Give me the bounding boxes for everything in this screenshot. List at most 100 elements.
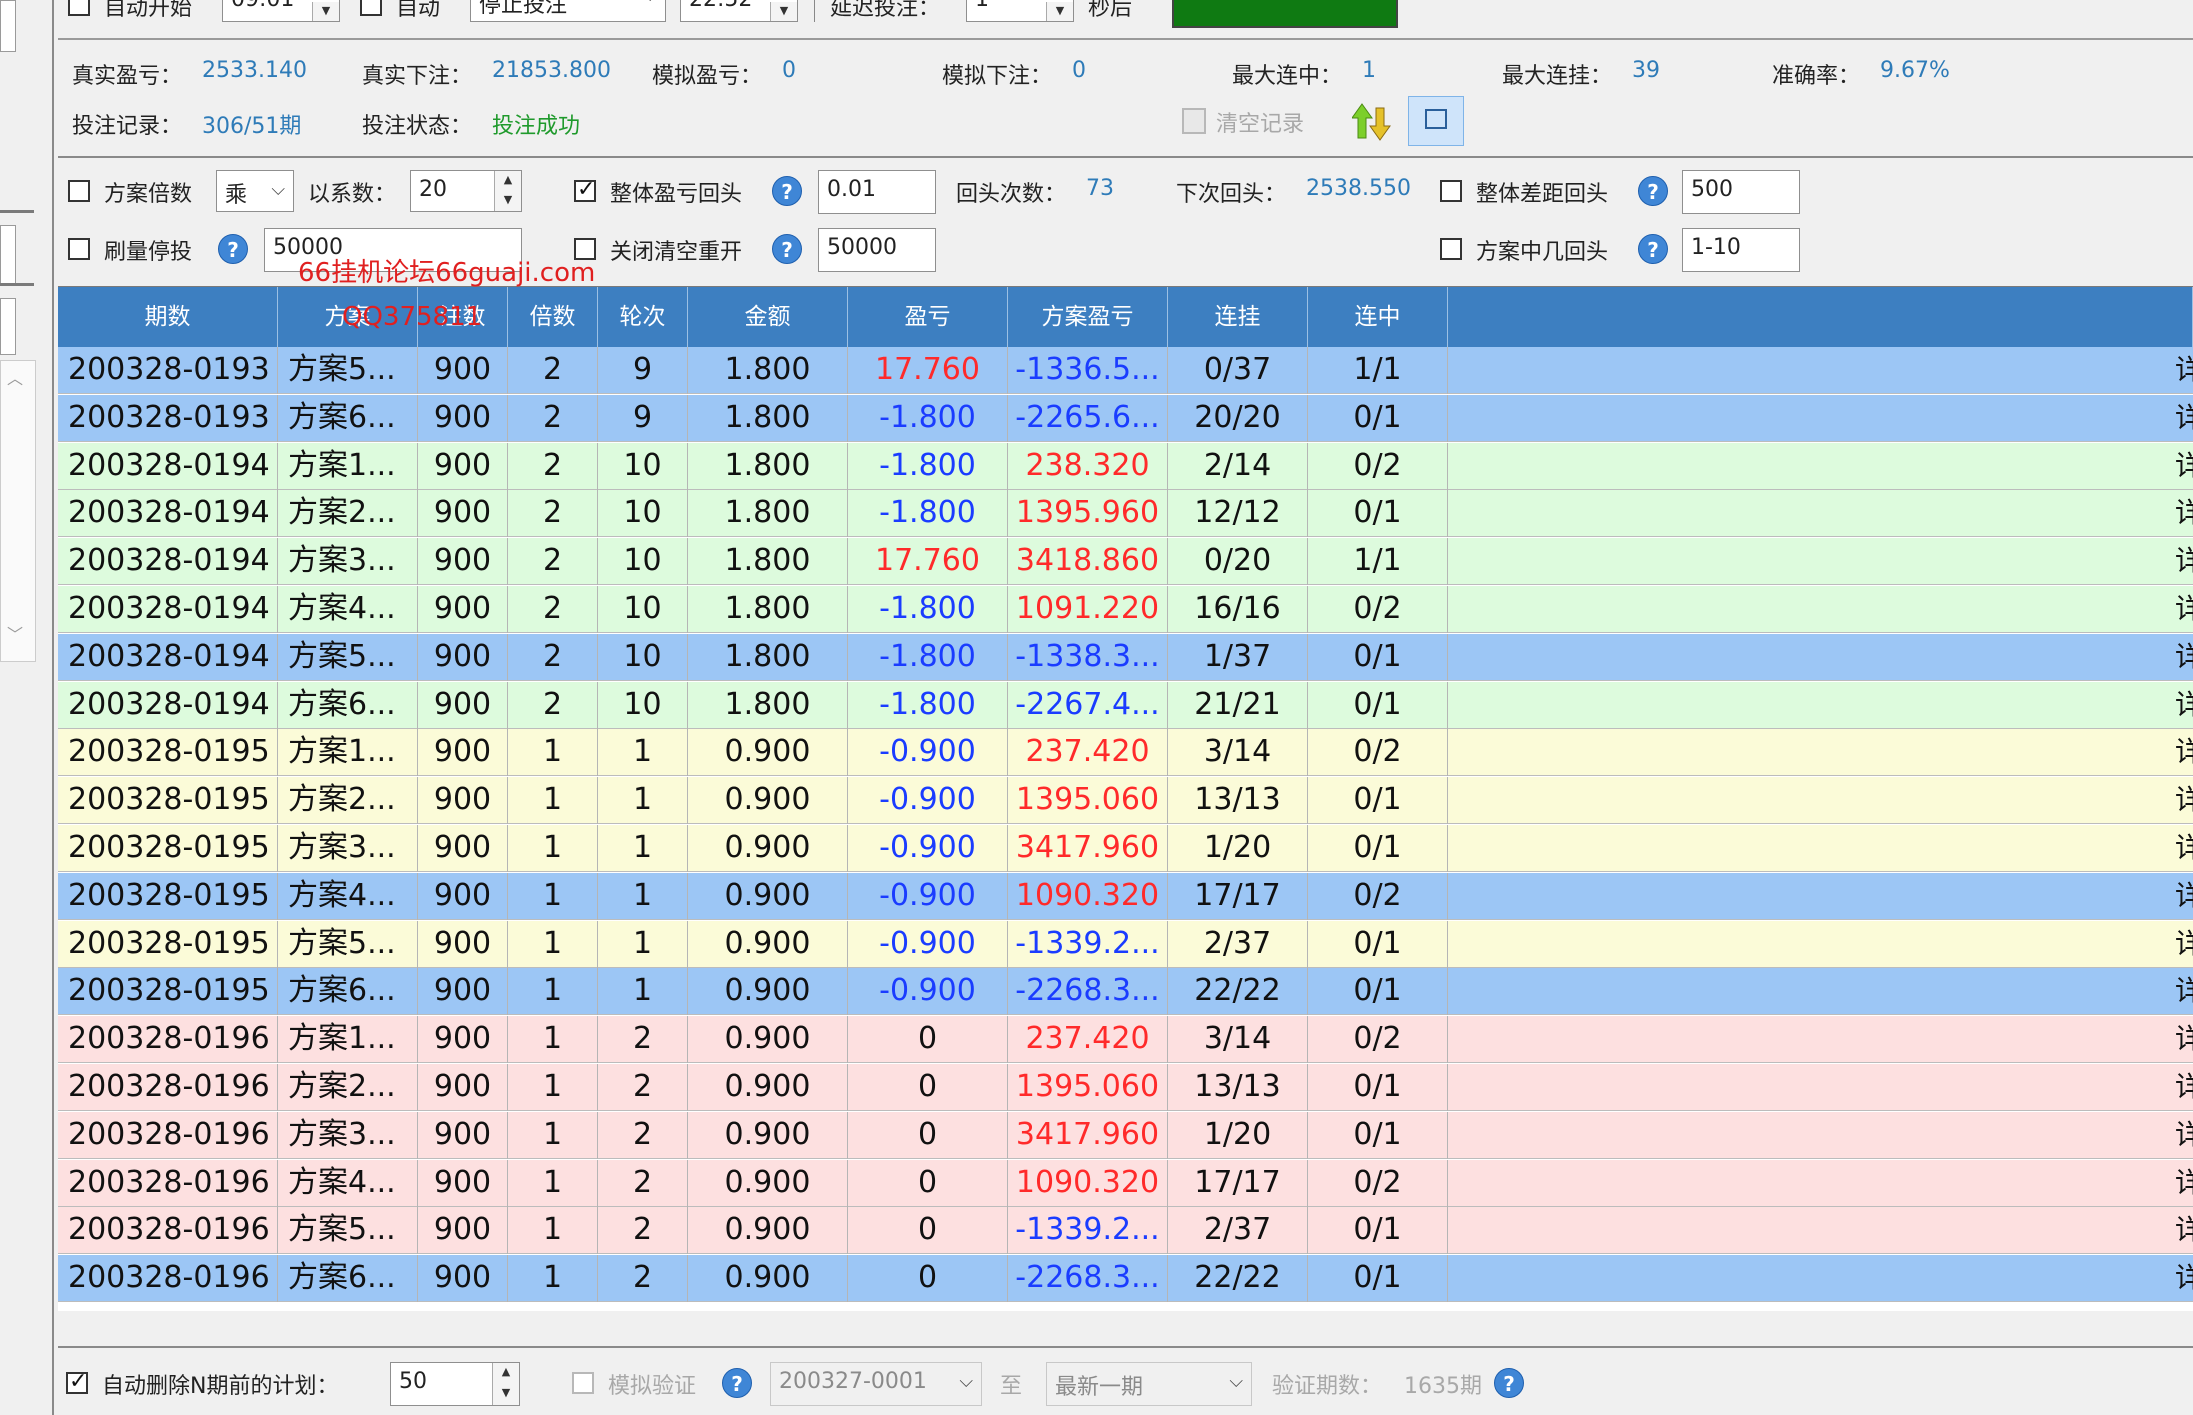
detail-link[interactable]: 详 bbox=[2175, 825, 2193, 872]
table-row[interactable]: 200328-0194 方案1... 900 2 10 1.800 -1.800 238.32… bbox=[58, 442, 2193, 490]
header-col-plan-profit[interactable]: 方案盈亏 bbox=[1008, 287, 1168, 347]
delay-spinner[interactable]: 1▼ bbox=[966, 0, 1074, 22]
scroll-up-icon[interactable]: ︿ bbox=[7, 365, 23, 389]
close-reset-checkbox[interactable] bbox=[574, 238, 596, 260]
detail-link[interactable]: 详 bbox=[2175, 586, 2193, 633]
spin-down-icon[interactable]: ▼ bbox=[494, 191, 521, 211]
spin-up-icon[interactable]: ▲ bbox=[494, 171, 521, 191]
table-row[interactable]: 200328-0195 方案6... 900 1 1 0.900 -0.900 -2268.3… bbox=[58, 968, 2193, 1016]
header-col-notes[interactable]: 注数 bbox=[418, 287, 508, 347]
stop-time-spinner[interactable]: 22:52▼ bbox=[680, 0, 798, 22]
detail-link[interactable]: 详 bbox=[2175, 1255, 2193, 1302]
table-row[interactable]: 200328-0194 方案4... 900 2 10 1.800 -1.800 1091.2… bbox=[58, 586, 2193, 633]
help-icon[interactable]: ? bbox=[1638, 176, 1668, 206]
header-col-period[interactable]: 期数 bbox=[58, 287, 278, 347]
header-col-amount[interactable]: 金额 bbox=[688, 287, 848, 347]
table-row[interactable]: 200328-0193 方案5... 900 2 9 1.800 17.760 -1336.5… bbox=[58, 347, 2193, 394]
plan-multiplier-checkbox[interactable] bbox=[68, 180, 90, 202]
overall-gap-checkbox[interactable] bbox=[1440, 180, 1462, 202]
detail-link[interactable]: 详 bbox=[2175, 395, 2193, 442]
detail-link[interactable]: 详 bbox=[2175, 1064, 2193, 1111]
clear-record-button[interactable]: 清空记录 bbox=[1182, 104, 1322, 140]
help-icon[interactable]: ? bbox=[1638, 234, 1668, 264]
volume-stop-checkbox[interactable] bbox=[68, 238, 90, 260]
auto-delete-spinner[interactable]: 50 ▲ ▼ bbox=[390, 1362, 520, 1406]
header-col-win-streak[interactable]: 连中 bbox=[1308, 287, 1448, 347]
table-row[interactable]: 200328-0195 方案1... 900 1 1 0.900 -0.900 237.420… bbox=[58, 729, 2193, 777]
to-period-select[interactable]: 最新一期 ⌵ bbox=[1046, 1362, 1252, 1406]
header-col-lose-streak[interactable]: 连挂 bbox=[1168, 287, 1308, 347]
table-row[interactable]: 200328-0196 方案4... 900 1 2 0.900 0 1090.320 17/1… bbox=[58, 1159, 2193, 1207]
detail-link[interactable]: 详 bbox=[2175, 682, 2193, 729]
help-icon[interactable]: ? bbox=[772, 176, 802, 206]
cell-col-plan-profit: 1395.960 bbox=[1008, 490, 1168, 538]
table-row[interactable]: 200328-0194 方案6... 900 2 10 1.800 -1.800 -2267.… bbox=[58, 681, 2193, 729]
table-row[interactable]: 200328-0194 方案3... 900 2 10 1.800 17.760 3418.8… bbox=[58, 538, 2193, 586]
header-col-profit[interactable]: 盈亏 bbox=[848, 287, 1008, 347]
header-col-plan[interactable]: 方案 bbox=[278, 287, 418, 347]
sort-arrows-button[interactable] bbox=[1351, 100, 1392, 144]
table-row[interactable]: 200328-0195 方案3... 900 1 1 0.900 -0.900 3417.96… bbox=[58, 825, 2193, 872]
detail-link[interactable]: 详 bbox=[2175, 873, 2193, 920]
auto-start-checkbox[interactable] bbox=[68, 0, 90, 16]
detail-link[interactable]: 详 bbox=[2175, 634, 2193, 681]
detail-link[interactable]: 详 bbox=[2175, 777, 2193, 824]
detail-link[interactable]: 详 bbox=[2175, 1207, 2193, 1254]
spin-down-icon[interactable]: ▼ bbox=[492, 1384, 519, 1405]
from-period-select[interactable]: 200327-0001 ⌵ bbox=[770, 1362, 982, 1406]
detail-link[interactable]: 详 bbox=[2175, 347, 2193, 394]
table-row[interactable]: 200328-0195 方案5... 900 1 1 0.900 -0.900 -1339.2… bbox=[58, 920, 2193, 968]
table-row[interactable]: 200328-0195 方案4... 900 1 1 0.900 -0.900 1090.32… bbox=[58, 872, 2193, 920]
volume-stop-input[interactable]: 50000 bbox=[264, 228, 522, 272]
spin-down-icon[interactable]: ▼ bbox=[770, 2, 797, 21]
table-row[interactable]: 200328-0195 方案2... 900 1 1 0.900 -0.900 1395.06… bbox=[58, 777, 2193, 825]
detail-link[interactable]: 详 bbox=[2175, 538, 2193, 585]
table-row[interactable]: 200328-0196 方案6... 900 1 2 0.900 0 -2268.3... 22… bbox=[58, 1255, 2193, 1303]
table-row[interactable]: 200328-0196 方案2... 900 1 2 0.900 0 1395.060 13/1… bbox=[58, 1064, 2193, 1111]
stop-mode-select[interactable]: 停止投注⌵ bbox=[470, 0, 666, 22]
table-row[interactable]: 200328-0196 方案1... 900 1 2 0.900 0 237.420 3/14 0… bbox=[58, 1016, 2193, 1064]
scroll-down-icon[interactable]: ﹀ bbox=[7, 621, 23, 645]
auto-start-time-spinner[interactable]: 09:01▼ bbox=[222, 0, 340, 22]
spin-down-icon[interactable]: ▼ bbox=[1046, 2, 1073, 21]
table-row[interactable]: 200328-0194 方案5... 900 2 10 1.800 -1.800 -1338.… bbox=[58, 633, 2193, 681]
help-icon[interactable]: ? bbox=[772, 234, 802, 264]
table-row[interactable]: 200328-0196 方案5... 900 1 2 0.900 0 -1339.2... 2/… bbox=[58, 1207, 2193, 1255]
detail-link[interactable]: 详 bbox=[2175, 729, 2193, 776]
window-toggle-button[interactable] bbox=[1408, 96, 1464, 146]
help-icon[interactable]: ? bbox=[218, 234, 248, 264]
coeff-spinner[interactable]: 20 ▲ ▼ bbox=[410, 170, 522, 212]
header-col-multiplier[interactable]: 倍数 bbox=[508, 287, 598, 347]
overall-gap-input[interactable]: 500 bbox=[1682, 170, 1800, 214]
auto-delete-checkbox[interactable] bbox=[66, 1369, 88, 1394]
table-row[interactable]: 200328-0194 方案2... 900 2 10 1.800 -1.800 1395.9… bbox=[58, 490, 2193, 538]
operator-select[interactable]: 乘 ⌵ bbox=[216, 170, 294, 212]
bet-records-table[interactable]: 期数 方案 注数 倍数 轮次 金额 盈亏 方案盈亏 连挂 连中 200328-0193 方案5...… bbox=[58, 286, 2193, 1311]
close-reset-input[interactable]: 50000 bbox=[818, 228, 936, 272]
auto-checkbox[interactable] bbox=[360, 0, 382, 16]
plan-hits-checkbox[interactable] bbox=[1440, 238, 1462, 260]
overall-rollback-input[interactable]: 0.01 bbox=[818, 170, 936, 214]
cell-col-win-streak: 0/2 bbox=[1308, 1159, 1448, 1207]
header-col-round[interactable]: 轮次 bbox=[598, 287, 688, 347]
left-input-fragment[interactable] bbox=[0, 0, 16, 52]
help-icon[interactable]: ? bbox=[1494, 1368, 1524, 1398]
overall-rollback-checkbox[interactable] bbox=[574, 177, 596, 202]
table-row[interactable]: 200328-0193 方案6... 900 2 9 1.800 -1.800 -2265.6… bbox=[58, 394, 2193, 442]
detail-link[interactable]: 详 bbox=[2175, 1160, 2193, 1207]
detail-link[interactable]: 详 bbox=[2175, 968, 2193, 1015]
real-bet-label: 真实下注： bbox=[362, 64, 473, 89]
sim-verify-checkbox[interactable] bbox=[572, 1372, 594, 1394]
detail-link[interactable]: 详 bbox=[2175, 443, 2193, 490]
table-row[interactable]: 200328-0196 方案3... 900 1 2 0.900 0 3417.960 1/20… bbox=[58, 1111, 2193, 1159]
left-scrollbar[interactable]: ︿ ﹀ bbox=[0, 360, 36, 662]
help-icon[interactable]: ? bbox=[722, 1368, 752, 1398]
detail-link[interactable]: 详 bbox=[2175, 1016, 2193, 1063]
spin-down-icon[interactable]: ▼ bbox=[312, 2, 339, 21]
detail-link[interactable]: 详 bbox=[2175, 490, 2193, 537]
detail-link[interactable]: 详 bbox=[2175, 1112, 2193, 1159]
verify-count-label: 验证期数： bbox=[1272, 1374, 1383, 1399]
detail-link[interactable]: 详 bbox=[2175, 921, 2193, 968]
plan-hits-input[interactable]: 1-10 bbox=[1682, 228, 1800, 272]
spin-up-icon[interactable]: ▲ bbox=[492, 1363, 519, 1384]
